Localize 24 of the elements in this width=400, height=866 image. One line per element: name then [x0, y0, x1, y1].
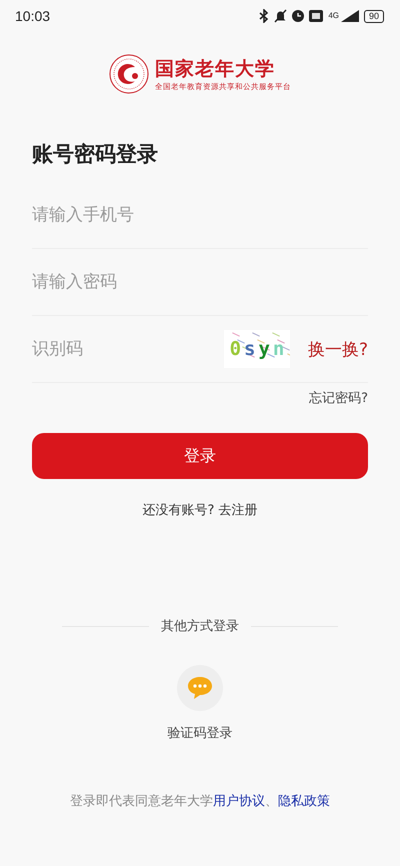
forgot-password-link[interactable]: 忘记密码?: [309, 389, 368, 407]
network-label: 4G: [328, 11, 339, 20]
other-login-title: 其他方式登录: [161, 618, 239, 635]
user-agreement-link[interactable]: 用户协议: [213, 794, 265, 809]
sms-login-button[interactable]: [177, 665, 223, 711]
login-button[interactable]: 登录: [32, 433, 368, 479]
battery-level: 90: [364, 10, 384, 22]
sms-login-label: 验证码登录: [168, 725, 232, 742]
register-link[interactable]: 还没有账号? 去注册: [142, 501, 258, 519]
privacy-policy-link[interactable]: 隐私政策: [278, 794, 330, 809]
status-time: 10:03: [15, 8, 50, 24]
signal-icon: [340, 10, 359, 22]
password-field[interactable]: 请输入密码: [32, 272, 368, 292]
agreement-text: 登录即代表同意老年大学用户协议、隐私政策: [69, 793, 331, 810]
chat-bubble-icon: [187, 676, 213, 700]
page-heading: 账号密码登录: [32, 141, 159, 168]
clock-icon: [292, 10, 304, 22]
brand-title: 国家老年大学: [155, 57, 276, 82]
phone-field[interactable]: 请输入手机号: [32, 205, 368, 225]
refresh-link[interactable]: 换一换?: [308, 338, 368, 360]
logo-icon: [109, 54, 149, 94]
muted-bell-icon: [274, 9, 288, 23]
captcha-field[interactable]: 识别码: [32, 339, 224, 359]
bluetooth-icon: [259, 9, 270, 23]
